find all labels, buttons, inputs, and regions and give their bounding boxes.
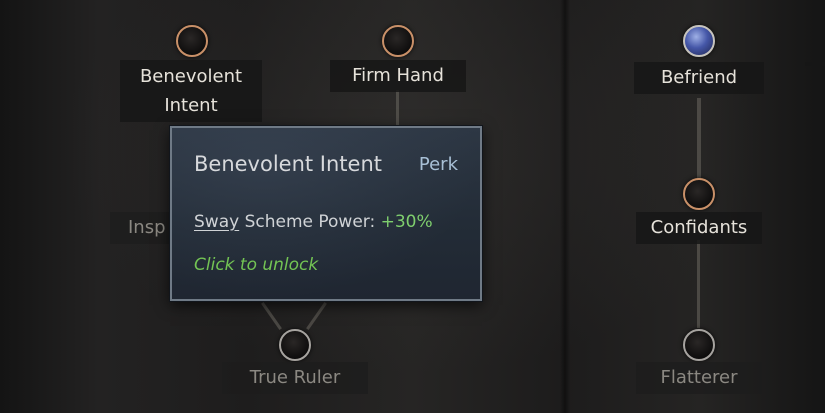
tooltip-kind: Perk (418, 154, 458, 175)
perk-label-offscreen (805, 62, 825, 66)
perk-connector (261, 302, 282, 330)
perk-connector (396, 90, 399, 130)
perk-node-befriend[interactable] (683, 25, 715, 57)
panel-divider (560, 0, 570, 413)
perk-label-confidants[interactable]: Confidants (636, 212, 762, 244)
perk-node-confidants[interactable] (683, 178, 715, 210)
perk-node-firm-hand[interactable] (382, 25, 414, 57)
perk-tooltip: Benevolent Intent Perk Sway Scheme Power… (170, 126, 482, 301)
perk-label-true-ruler[interactable]: True Ruler (222, 362, 368, 394)
perk-node-true-ruler[interactable] (279, 329, 311, 361)
tooltip-effect-value: +30% (380, 212, 433, 232)
perk-tree: Benevolent Intent Firm Hand Befriend Con… (0, 0, 825, 413)
perk-connector (697, 240, 700, 328)
perk-label-benevolent-intent[interactable]: Benevolent Intent (120, 60, 262, 122)
perk-connector (697, 98, 701, 180)
perk-node-benevolent-intent[interactable] (176, 25, 208, 57)
tooltip-title: Benevolent Intent (194, 152, 383, 176)
perk-label-flatterer[interactable]: Flatterer (636, 362, 762, 394)
tooltip-effect-text: Scheme Power: (244, 212, 376, 232)
perk-node-flatterer[interactable] (683, 329, 715, 361)
tooltip-effect: Sway Scheme Power: +30% (194, 212, 433, 232)
tooltip-action: Click to unlock (194, 255, 319, 275)
perk-connector (306, 302, 327, 330)
perk-label-firm-hand[interactable]: Firm Hand (330, 60, 466, 92)
tooltip-effect-keyword[interactable]: Sway (194, 212, 239, 232)
perk-label-befriend[interactable]: Befriend (634, 62, 764, 94)
